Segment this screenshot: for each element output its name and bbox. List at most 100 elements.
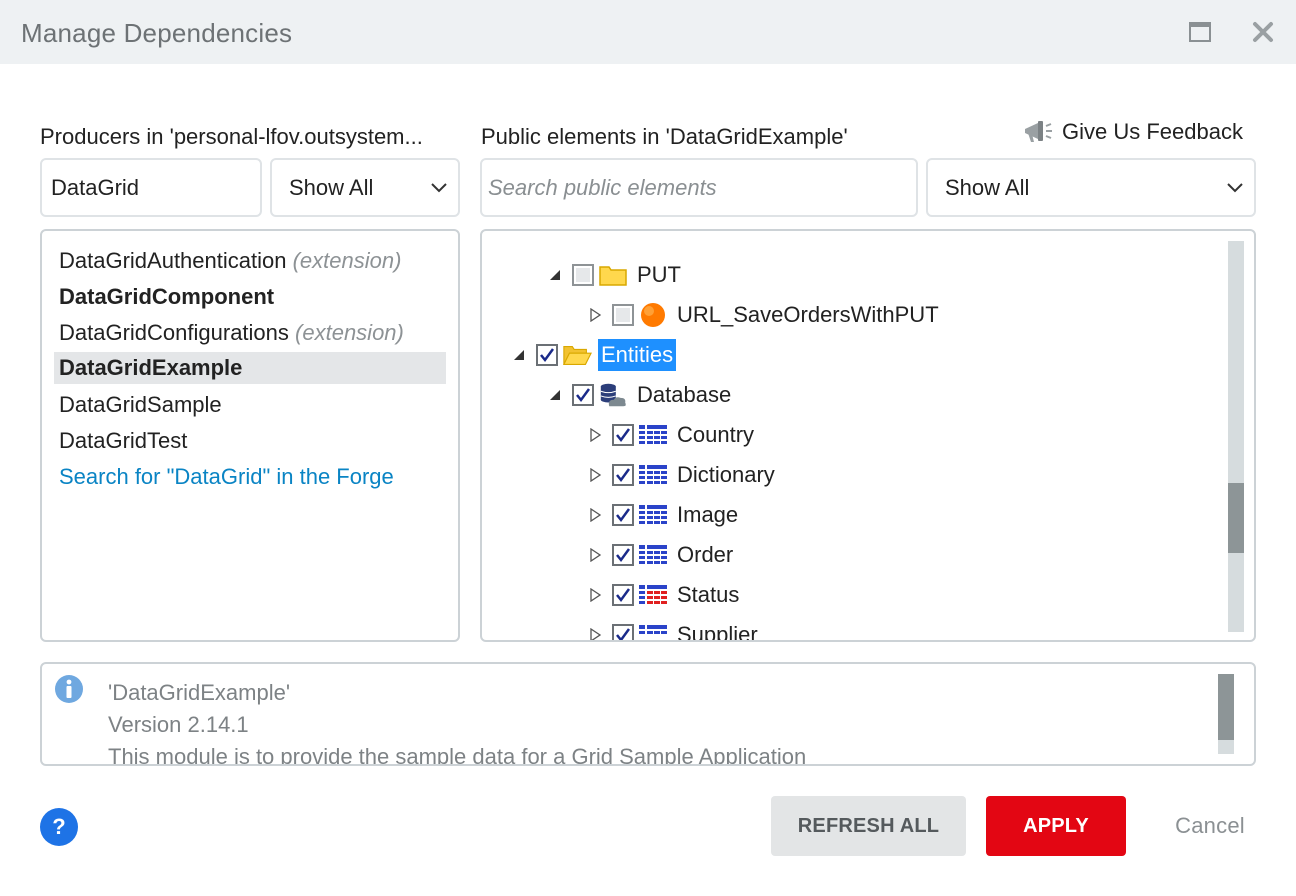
- give-feedback-link[interactable]: Give Us Feedback: [1022, 116, 1243, 148]
- tree-node-label[interactable]: Country: [674, 422, 757, 448]
- expand-icon[interactable]: [588, 548, 602, 562]
- producer-name: DataGridTest: [59, 428, 188, 453]
- entity-icon: [638, 622, 668, 640]
- tree-checkbox-checked[interactable]: [612, 584, 634, 606]
- tree-node-entity: Country: [588, 419, 757, 451]
- tree-node-entity: Image: [588, 499, 741, 531]
- cancel-button[interactable]: Cancel: [1160, 796, 1260, 856]
- collapse-icon[interactable]: [512, 348, 526, 362]
- tree-node-database: Database: [548, 379, 734, 411]
- tree-checkbox-checked[interactable]: [612, 544, 634, 566]
- dialog-title: Manage Dependencies: [21, 18, 293, 48]
- producer-name: DataGridAuthentication: [59, 248, 287, 273]
- public-elements-filter-select[interactable]: Show All: [926, 158, 1256, 217]
- rest-method-icon: [638, 302, 668, 328]
- tree-node-entity: Order: [588, 539, 736, 571]
- tree-node-entity: Supplier: [588, 619, 761, 642]
- tree-checkbox-checked[interactable]: [612, 464, 634, 486]
- producer-item[interactable]: DataGridSample: [54, 389, 446, 421]
- help-button[interactable]: ?: [40, 808, 78, 846]
- producer-name: DataGridSample: [59, 392, 222, 417]
- expand-icon[interactable]: [588, 508, 602, 522]
- producer-item-selected[interactable]: DataGridExample: [54, 352, 446, 384]
- tree-node-url-save-orders: URL_SaveOrdersWithPUT: [588, 299, 942, 331]
- module-name: 'DataGridExample': [108, 680, 291, 705]
- tree-scrollbar-thumb[interactable]: [1228, 483, 1244, 553]
- producer-name: DataGridExample: [59, 355, 243, 380]
- tree-checkbox-checked[interactable]: [612, 424, 634, 446]
- expand-icon[interactable]: [588, 468, 602, 482]
- tree-node-put: PUT: [548, 259, 684, 291]
- close-button[interactable]: [1251, 20, 1275, 44]
- entity-icon: [638, 422, 668, 448]
- producer-tag: (extension): [292, 248, 402, 273]
- tree-checkbox-checked[interactable]: [612, 504, 634, 526]
- producer-item[interactable]: DataGridAuthentication (extension): [54, 245, 446, 277]
- expand-icon[interactable]: [588, 308, 602, 322]
- info-scrollbar-thumb[interactable]: [1218, 674, 1234, 740]
- give-feedback-label: Give Us Feedback: [1062, 119, 1243, 144]
- producers-list: DataGridAuthentication (extension) DataG…: [40, 229, 460, 642]
- tree-node-static-entity: Status: [588, 579, 742, 611]
- tree-node-label-selected[interactable]: Entities: [598, 339, 677, 371]
- forge-search-link[interactable]: Search for "DataGrid" in the Forge: [54, 461, 446, 493]
- info-icon: [55, 675, 83, 703]
- tree-node-label[interactable]: Image: [674, 502, 741, 528]
- tree-checkbox-checked[interactable]: [572, 384, 594, 406]
- public-elements-search-input[interactable]: Search public elements: [480, 158, 918, 217]
- refresh-all-button[interactable]: REFRESH ALL: [771, 796, 966, 856]
- public-elements-tree: PUT URL_SaveOrdersWithPUT Entities Datab…: [480, 229, 1256, 642]
- expand-icon[interactable]: [588, 428, 602, 442]
- tree-node-entities: Entities: [512, 339, 677, 371]
- tree-node-label[interactable]: Supplier: [674, 622, 761, 640]
- producers-filter-select[interactable]: Show All: [270, 158, 460, 217]
- close-icon: [1253, 22, 1273, 42]
- chevron-down-icon: [1227, 182, 1243, 192]
- tree-scrollbar[interactable]: [1228, 241, 1244, 632]
- public-elements-filter-value: Show All: [945, 174, 1030, 200]
- megaphone-icon: [1025, 121, 1052, 142]
- tree-checkbox-checked[interactable]: [536, 344, 558, 366]
- producer-name: DataGridComponent: [59, 284, 275, 309]
- producers-search-value: DataGrid: [51, 174, 140, 200]
- entity-icon: [638, 542, 668, 568]
- dialog-titlebar: Manage Dependencies: [0, 0, 1296, 64]
- producer-tag: (extension): [295, 320, 404, 345]
- producers-label: Producers in 'personal-lfov.outsystem...: [40, 124, 423, 149]
- chevron-down-icon: [431, 182, 447, 192]
- tree-node-label[interactable]: URL_SaveOrdersWithPUT: [674, 302, 942, 328]
- producer-item[interactable]: DataGridConfigurations (extension): [54, 317, 446, 349]
- maximize-button[interactable]: [1188, 20, 1212, 44]
- producers-filter-value: Show All: [289, 174, 374, 200]
- public-elements-search-placeholder: Search public elements: [488, 174, 717, 200]
- tree-checkbox[interactable]: [572, 264, 594, 286]
- module-info-panel: 'DataGridExample' Version 2.14.1 This mo…: [40, 662, 1256, 766]
- module-description: This module is to provide the sample dat…: [108, 744, 807, 766]
- maximize-icon: [1189, 22, 1211, 42]
- entity-icon: [638, 462, 668, 488]
- producer-name: DataGridConfigurations: [59, 320, 289, 345]
- producer-item[interactable]: DataGridTest: [54, 425, 446, 457]
- expand-icon[interactable]: [588, 628, 602, 642]
- tree-node-label[interactable]: Status: [674, 582, 742, 608]
- tree-checkbox-checked[interactable]: [612, 624, 634, 640]
- apply-button[interactable]: APPLY: [986, 796, 1126, 856]
- collapse-icon[interactable]: [548, 388, 562, 402]
- static-entity-icon: [638, 582, 668, 608]
- expand-icon[interactable]: [588, 588, 602, 602]
- tree-checkbox[interactable]: [612, 304, 634, 326]
- collapse-icon[interactable]: [548, 268, 562, 282]
- module-version: Version 2.14.1: [108, 712, 249, 737]
- producer-item[interactable]: DataGridComponent: [54, 281, 446, 313]
- database-icon: [598, 382, 628, 408]
- tree-node-label[interactable]: Dictionary: [674, 462, 778, 488]
- public-elements-label: Public elements in 'DataGridExample': [481, 124, 848, 149]
- tree-node-label[interactable]: Order: [674, 542, 736, 568]
- entity-icon: [638, 502, 668, 528]
- folder-open-icon: [562, 342, 592, 368]
- info-scrollbar[interactable]: [1218, 674, 1234, 754]
- producers-search-input[interactable]: DataGrid: [40, 158, 262, 217]
- tree-node-label[interactable]: Database: [634, 382, 734, 408]
- tree-node-label[interactable]: PUT: [634, 262, 684, 288]
- folder-icon: [598, 262, 628, 288]
